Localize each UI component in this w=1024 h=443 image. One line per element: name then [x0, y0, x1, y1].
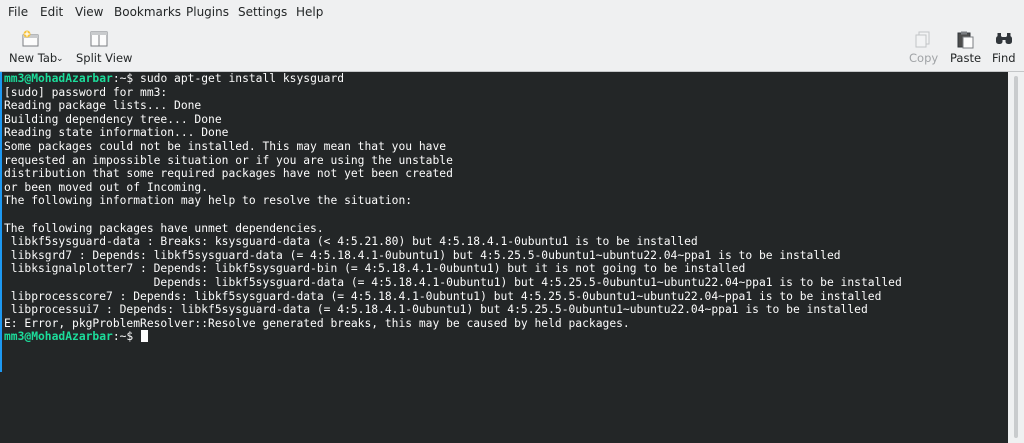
terminal-line: libksignalplotter7 : Depends: libkf5sysg… [4, 262, 746, 276]
find-label: Find [992, 51, 1016, 65]
new-tab-button[interactable]: New Tab ⌄ [6, 24, 68, 70]
new-tab-label: New Tab [9, 51, 58, 65]
terminal-line: or been moved out of Incoming. [4, 180, 209, 194]
main-toolbar: New Tab ⌄ Split View Copy Paste Find [0, 24, 1024, 72]
prompt-suffix: :~$ [112, 330, 141, 344]
terminal-line: [sudo] password for mm3: [4, 85, 168, 99]
prompt-suffix: :~$ [112, 72, 141, 85]
scrollbar-track[interactable] [1014, 76, 1018, 438]
terminal-line: distribution that some required packages… [4, 167, 453, 181]
copy-button[interactable]: Copy [906, 24, 938, 70]
split-view-label: Split View [76, 51, 133, 65]
terminal-line: Reading state information... Done [4, 126, 229, 140]
menu-edit[interactable]: Edit [40, 5, 63, 19]
terminal-line: libksgrd7 : Depends: libkf5sysguard-data… [4, 248, 841, 262]
paste-icon [955, 29, 975, 49]
terminal-view[interactable]: mm3@MohadAzarbar:~$ sudo apt-get install… [0, 72, 1008, 443]
binoculars-icon [994, 29, 1014, 49]
terminal-line: Building dependency tree... Done [4, 112, 222, 126]
chevron-down-icon[interactable]: ⌄ [56, 52, 64, 66]
copy-icon [913, 29, 933, 49]
terminal-prompt-line: mm3@MohadAzarbar:~$ [4, 330, 149, 344]
terminal-line: Some packages could not be installed. Th… [4, 140, 447, 153]
terminal-line: libprocessui7 : Depends: libkf5sysguard-… [4, 303, 868, 317]
split-view-icon [89, 29, 109, 49]
terminal-focus-edge [0, 72, 2, 372]
terminal-line: The following packages have unmet depend… [4, 221, 324, 235]
terminal-line: requested an impossible situation or if … [4, 153, 453, 167]
menu-help[interactable]: Help [296, 5, 323, 19]
find-button[interactable]: Find [990, 24, 1018, 70]
terminal-cursor [141, 330, 149, 343]
menu-file[interactable]: File [8, 5, 28, 19]
paste-label: Paste [950, 51, 982, 65]
menu-plugins[interactable]: Plugins [186, 5, 229, 19]
terminal-line: Reading package lists... Done [4, 99, 202, 113]
terminal-line: E: Error, pkgProblemResolver::Resolve ge… [4, 316, 630, 330]
terminal-line: libkf5sysguard-data : Breaks: ksysguard-… [4, 235, 698, 249]
terminal-scrollbar[interactable] [1008, 72, 1024, 443]
split-view-button[interactable]: Split View [74, 24, 132, 70]
menu-bar: File Edit View Bookmarks Plugins Setting… [0, 0, 1024, 24]
terminal-line: libprocesscore7 : Depends: libkf5sysguar… [4, 289, 882, 303]
prompt-user: mm3@MohadAzarbar [4, 330, 113, 344]
prompt-user: mm3@MohadAzarbar [4, 72, 113, 85]
menu-settings[interactable]: Settings [238, 5, 287, 19]
menu-view[interactable]: View [75, 5, 103, 19]
copy-label: Copy [909, 51, 939, 65]
new-tab-icon [21, 29, 41, 49]
menu-bookmarks[interactable]: Bookmarks [114, 5, 181, 19]
terminal-command: sudo apt-get install ksysguard [140, 72, 345, 85]
terminal-line: The following information may help to re… [4, 194, 413, 208]
terminal-command-line: mm3@MohadAzarbar:~$ sudo apt-get install… [4, 72, 344, 86]
paste-button[interactable]: Paste [948, 24, 982, 70]
terminal-line: Depends: libkf5sysguard-data (= 4:5.18.4… [4, 276, 902, 289]
